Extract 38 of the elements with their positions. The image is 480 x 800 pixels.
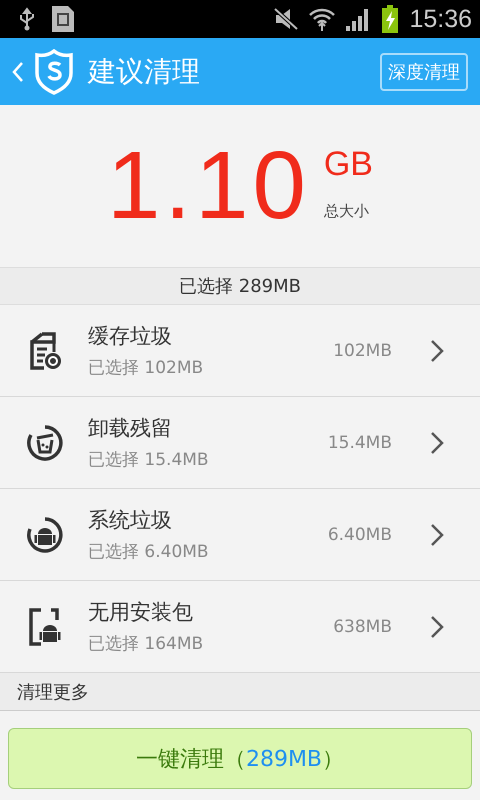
chevron-right-icon bbox=[430, 430, 444, 454]
trash-bin-icon bbox=[26, 424, 64, 462]
one-click-clean-button[interactable]: 一键清理（289MB） bbox=[8, 728, 472, 789]
android-robot-icon bbox=[26, 516, 64, 554]
chevron-right-icon bbox=[430, 614, 444, 638]
more-section-label: 清理更多 bbox=[17, 680, 89, 704]
total-size-value: 1.10 bbox=[107, 131, 310, 241]
category-name: 无用安装包 bbox=[88, 599, 194, 626]
selected-size: 已选择 102MB bbox=[88, 357, 204, 379]
usb-icon bbox=[18, 7, 36, 31]
total-size-label: 总大小 bbox=[324, 202, 370, 221]
category-name: 卸载残留 bbox=[88, 415, 173, 442]
category-size: 102MB bbox=[333, 340, 392, 360]
chevron-right-icon bbox=[430, 522, 444, 546]
wifi-icon bbox=[309, 6, 336, 32]
clock-time: 15:36 bbox=[409, 4, 472, 34]
category-row[interactable]: 系统垃圾 已选择 6.40MB 6.40MB bbox=[0, 489, 480, 581]
shield-logo-icon bbox=[34, 48, 74, 94]
category-name: 系统垃圾 bbox=[88, 507, 173, 534]
category-row[interactable]: 缓存垃圾 已选择 102MB 102MB bbox=[0, 305, 480, 397]
size-unit: GB bbox=[324, 145, 373, 184]
mute-icon bbox=[273, 7, 300, 31]
selected-size: 已选择 6.40MB bbox=[88, 541, 210, 563]
battery-charging-icon bbox=[381, 5, 400, 33]
sim-card-icon bbox=[50, 4, 76, 34]
document-icon bbox=[28, 332, 62, 370]
category-name: 缓存垃圾 bbox=[88, 323, 173, 350]
page-title: 建议清理 bbox=[88, 54, 201, 90]
category-size: 6.40MB bbox=[328, 524, 392, 544]
category-size: 15.4MB bbox=[328, 432, 392, 452]
category-row[interactable]: 卸载残留 已选择 15.4MB 15.4MB bbox=[0, 397, 480, 489]
chevron-right-icon bbox=[430, 338, 444, 362]
android-package-icon bbox=[27, 606, 63, 646]
selected-summary-text: 已选择 289MB bbox=[179, 275, 301, 298]
selected-size: 已选择 164MB bbox=[88, 633, 204, 655]
category-size: 638MB bbox=[333, 616, 392, 636]
back-chevron-icon bbox=[12, 60, 24, 82]
selected-size: 已选择 15.4MB bbox=[88, 449, 210, 471]
